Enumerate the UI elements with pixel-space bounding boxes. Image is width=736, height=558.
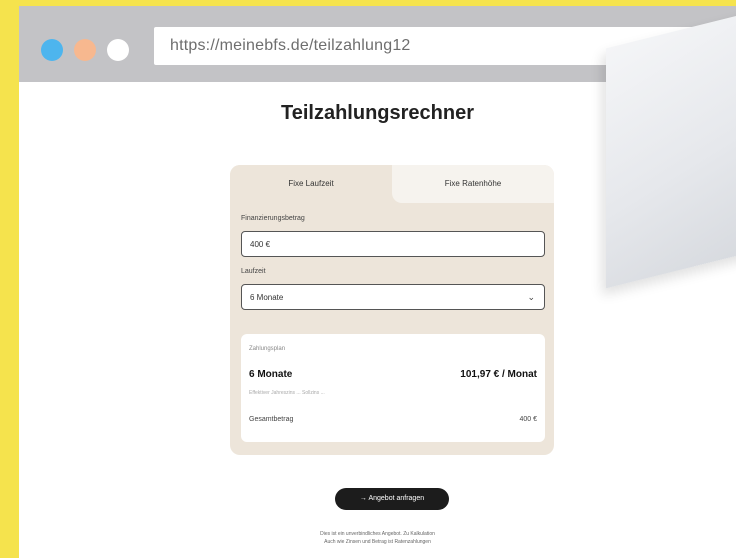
total-value: 400 €	[519, 416, 537, 423]
browser-window: https://meinebfs.de/teilzahlung12 Teilza…	[19, 6, 736, 558]
result-note: Effektiver Jahreszins ... Sollzins ...	[249, 390, 325, 396]
result-monthly-rate: 101,97 € / Monat	[460, 369, 537, 380]
request-offer-button[interactable]: → Angebot anfragen	[335, 488, 449, 510]
decorative-paper	[606, 6, 736, 289]
window-dot-white[interactable]	[107, 39, 129, 61]
footer-line-2: Auch wie Zinsen und Betrag ist Ratenzahl…	[324, 539, 431, 545]
window-dot-peach[interactable]	[74, 39, 96, 61]
chevron-down-icon: ⌄	[527, 292, 535, 302]
url-text: https://meinebfs.de/teilzahlung12	[170, 37, 411, 54]
calculator-card: Fixe Laufzeit Fixe Ratenhöhe Finanzierun…	[230, 165, 554, 455]
calculator-tabs: Fixe Laufzeit Fixe Ratenhöhe	[230, 165, 554, 203]
term-label: Laufzeit	[241, 268, 266, 275]
result-panel: Zahlungsplan 6 Monate 101,97 € / Monat E…	[241, 334, 545, 442]
footer-line-1: Dies ist ein unverbindliches Angebot. Zu…	[320, 531, 435, 537]
result-months: 6 Monate	[249, 369, 293, 380]
amount-label: Finanzierungsbetrag	[241, 215, 305, 222]
footer-disclaimer: Dies ist ein unverbindliches Angebot. Zu…	[19, 530, 736, 546]
result-subtitle: Zahlungsplan	[249, 346, 286, 352]
total-label: Gesamtbetrag	[249, 416, 294, 423]
window-dot-blue[interactable]	[41, 39, 63, 61]
amount-input[interactable]: 400 €	[241, 231, 545, 257]
tab-fixed-rate[interactable]: Fixe Ratenhöhe	[392, 165, 554, 203]
term-select[interactable]: 6 Monate ⌄	[241, 284, 545, 310]
term-value: 6 Monate	[250, 293, 284, 302]
amount-value: 400 €	[250, 240, 271, 249]
tab-fixed-term[interactable]: Fixe Laufzeit	[230, 165, 392, 203]
page-title: Teilzahlungsrechner	[280, 102, 474, 124]
